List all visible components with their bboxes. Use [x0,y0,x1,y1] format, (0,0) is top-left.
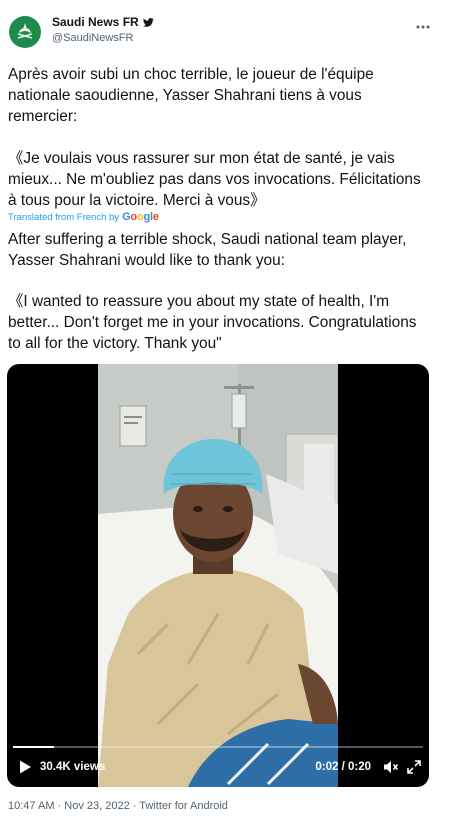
author-name-row: Saudi News FR [52,15,154,29]
video-progress-bar[interactable] [13,746,423,748]
translation-attribution[interactable]: Translated from French by Google [8,211,159,223]
author-handle[interactable]: @SaudiNewsFR [52,32,133,44]
video-view-count: 30.4K views [40,761,106,773]
tweet-text-english-intro: After suffering a terrible shock, Saudi … [8,231,411,269]
mute-icon[interactable] [383,759,399,775]
tweet-text-french-intro: Après avoir subi un choc terrible, le jo… [8,66,378,125]
author-display-name[interactable]: Saudi News FR [52,15,139,29]
tweet-text-english-quote: 《I wanted to reassure you about my state… [8,293,421,352]
play-icon[interactable] [17,759,33,775]
video-still-image [98,364,338,787]
twitter-bird-icon [142,17,154,27]
tweet-text-french-quote: 《Je voulais vous rassurer sur mon état d… [8,150,425,209]
tweet-timestamp-source[interactable]: 10:47 AM · Nov 23, 2022 · Twitter for An… [8,800,228,812]
video-frame[interactable] [98,364,338,787]
google-logo: Google [122,211,159,223]
tweet: Saudi News FR @SaudiNewsFR Après avoir s… [0,0,450,829]
video-player[interactable]: 30.4K views 0:02 / 0:20 [7,364,429,787]
saudi-emblem-icon [12,19,38,45]
more-button[interactable] [416,16,430,32]
more-icon [416,25,430,29]
avatar[interactable] [9,16,41,48]
video-time: 0:02 / 0:20 [315,761,371,773]
video-progress-fill [13,746,54,748]
video-controls: 30.4K views 0:02 / 0:20 [7,749,429,787]
expand-icon[interactable] [407,760,421,774]
translated-label: Translated from French by [8,211,120,223]
